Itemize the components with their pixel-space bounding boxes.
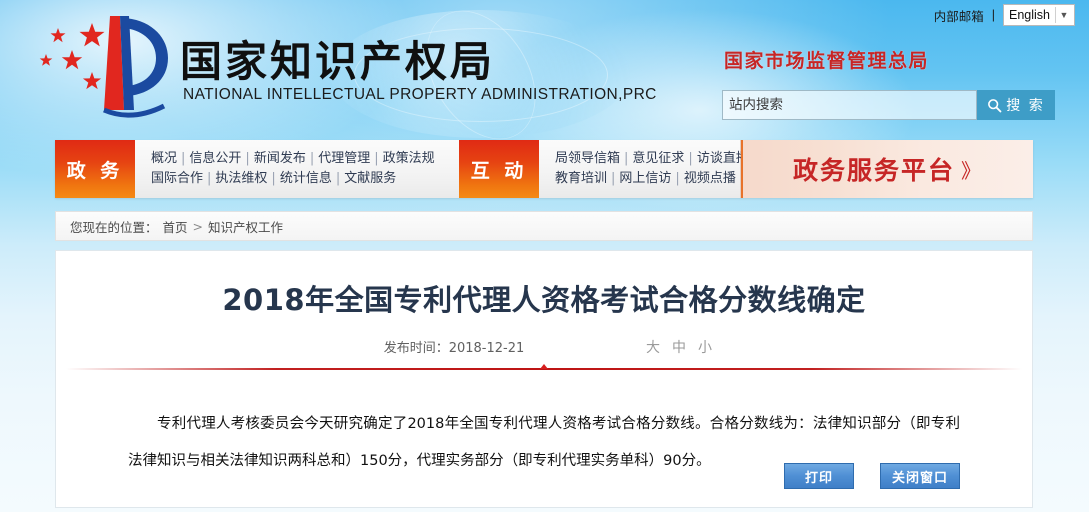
nav-item-xinwenfabu[interactable]: 新闻发布 xyxy=(254,151,306,166)
publish-date-label: 发布时间： xyxy=(383,341,449,356)
nav-separator: | xyxy=(675,171,680,186)
nav-separator: | xyxy=(374,151,379,166)
breadcrumb-item-home[interactable]: 首页 xyxy=(163,217,188,236)
breadcrumb: 您现在的位置： 首页 > 知识产权工作 xyxy=(55,211,1033,241)
nav-item-guojihezuo[interactable]: 国际合作 xyxy=(151,171,203,186)
nav-row: 概况 | 信息公开 | 新闻发布 | 代理管理 | 政策法规 xyxy=(151,149,445,169)
nipa-emblem-icon xyxy=(39,16,168,118)
search-input[interactable] xyxy=(722,90,977,120)
print-button[interactable]: 打印 xyxy=(784,463,854,489)
nav-item-zhifaweiquan[interactable]: 执法维权 xyxy=(215,171,267,186)
nav-links-interaction: 局领导信箱 | 意见征求 | 访谈直播 教育培训 | 网上信访 | 视频点播 xyxy=(539,140,749,198)
nav-row: 国际合作 | 执法维权 | 统计信息 | 文献服务 xyxy=(151,169,445,189)
font-size-large-button[interactable]: 大 xyxy=(646,337,660,357)
nav-item-xinxigongkai[interactable]: 信息公开 xyxy=(189,151,241,166)
font-size-controls: 大 中 小 xyxy=(646,337,712,357)
nav-item-dailiguanli[interactable]: 代理管理 xyxy=(318,151,370,166)
nav-tab-government[interactable]: 政 务 xyxy=(55,140,135,198)
nav-item-yijianzhengqiu[interactable]: 意见征求 xyxy=(632,151,684,166)
site-search: 搜 索 xyxy=(722,90,1055,120)
article-meta: 发布时间：2018-12-21 大 中 小 xyxy=(56,337,1032,359)
nav-links-government: 概况 | 信息公开 | 新闻发布 | 代理管理 | 政策法规 国际合作 | 执法维权 | 统计信息 | 文献… xyxy=(135,140,459,198)
search-button[interactable]: 搜 索 xyxy=(977,90,1055,120)
nav-separator: | xyxy=(309,151,315,166)
nav-item-julingdaoxinxiang[interactable]: 局领导信箱 xyxy=(555,151,620,166)
nav-item-gaikuang[interactable]: 概况 xyxy=(151,151,177,166)
logo-subtitle-text: NATIONAL INTELLECTUAL PROPERTY ADMINISTR… xyxy=(183,86,657,103)
font-size-small-button[interactable]: 小 xyxy=(698,337,712,357)
language-select[interactable]: English ▼ xyxy=(1003,4,1075,26)
service-platform-banner[interactable]: 政务服务平台 》 xyxy=(741,140,1033,198)
service-platform-label: 政务服务平台 xyxy=(792,156,955,185)
top-row-divider: | xyxy=(991,8,995,22)
search-icon xyxy=(988,98,1002,112)
nav-separator: | xyxy=(181,151,186,166)
nav-separator: | xyxy=(245,151,250,166)
page-title: 2018年全国专利代理人资格考试合格分数线确定 xyxy=(222,283,866,317)
search-button-label: 搜 索 xyxy=(1006,98,1045,114)
nav-separator: | xyxy=(207,171,212,186)
nav-tab-interaction[interactable]: 互 动 xyxy=(459,140,539,198)
article-actions: 打印 关闭窗口 xyxy=(784,463,960,489)
nav-item-wangshangxinfang[interactable]: 网上信访 xyxy=(619,171,671,186)
nav-separator: | xyxy=(271,171,276,186)
nav-item-tongjixinxi[interactable]: 统计信息 xyxy=(280,171,332,186)
nav-row: 教育培训 | 网上信访 | 视频点播 xyxy=(555,169,736,189)
nav-separator: | xyxy=(688,151,693,166)
nav-item-zhengcefagui[interactable]: 政策法规 xyxy=(383,151,435,166)
nav-item-wenxianfuwu[interactable]: 文献服务 xyxy=(344,171,396,186)
nav-separator: | xyxy=(624,151,629,166)
language-select-value: English xyxy=(1009,8,1050,22)
nav-separator: | xyxy=(335,171,341,186)
font-size-medium-button[interactable]: 中 xyxy=(672,337,686,357)
close-window-button[interactable]: 关闭窗口 xyxy=(880,463,960,489)
site-header: 国家知识产权局 NATIONAL INTELLECTUAL PROPERTY A… xyxy=(0,0,1089,138)
breadcrumb-item-current[interactable]: 知识产权工作 xyxy=(208,217,283,236)
breadcrumb-prefix: 您现在的位置： xyxy=(70,219,158,235)
top-utility-row: 内部邮箱 | English ▼ xyxy=(934,4,1075,26)
logo-title-text: 国家知识产权局 xyxy=(180,37,496,86)
title-divider xyxy=(66,364,1022,370)
page-root: 国家知识产权局 NATIONAL INTELLECTUAL PROPERTY A… xyxy=(0,0,1089,512)
publish-date-value: 2018-12-21 xyxy=(448,341,525,356)
double-chevron-right-icon: 》 xyxy=(961,158,983,183)
nav-item-shipindianbo[interactable]: 视频点播 xyxy=(684,171,736,186)
chevron-down-icon: ▼ xyxy=(1059,10,1069,20)
nav-separator: | xyxy=(611,171,616,186)
main-navigation: 政 务 概况 | 信息公开 | 新闻发布 | 代理管理 | 政策法规 国际合作 | 执法维权 | 统计信… xyxy=(55,140,1033,198)
internal-mail-link[interactable]: 内部邮箱 xyxy=(934,6,984,25)
nav-item-jiaoyupeixun[interactable]: 教育培训 xyxy=(555,171,607,186)
site-logo[interactable]: 国家知识产权局 NATIONAL INTELLECTUAL PROPERTY A… xyxy=(28,8,656,126)
breadcrumb-separator: > xyxy=(192,218,204,234)
parent-org-name[interactable]: 国家市场监督管理总局 xyxy=(724,46,929,73)
article-card: 2018年全国专利代理人资格考试合格分数线确定 发布时间：2018-12-21 … xyxy=(55,250,1033,508)
publish-date: 发布时间：2018-12-21 xyxy=(56,337,1032,356)
nav-row: 局领导信箱 | 意见征求 | 访谈直播 xyxy=(555,149,749,169)
